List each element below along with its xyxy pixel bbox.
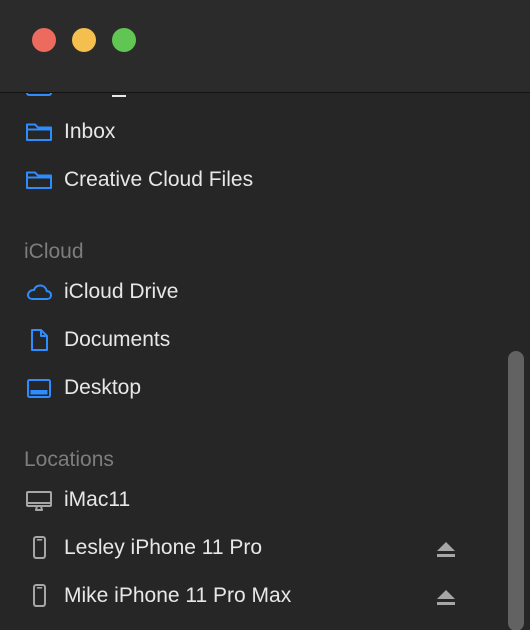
sidebar-item-desktop[interactable]: Desktop <box>18 368 470 408</box>
eject-icon[interactable] <box>434 539 458 559</box>
folder-icon <box>24 118 54 146</box>
finder-sidebar: Inbox Creative Cloud Files iCloud iCloud… <box>0 93 530 630</box>
sidebar-item-creative-cloud-files[interactable]: Creative Cloud Files <box>18 160 470 200</box>
partial-sidebar-item <box>112 93 126 97</box>
sidebar-item-label: iMac11 <box>64 488 131 511</box>
scrollbar[interactable] <box>508 351 524 630</box>
title-bar <box>0 0 530 93</box>
section-header-icloud: iCloud <box>24 240 84 263</box>
iphone-icon <box>24 534 54 562</box>
imac-icon <box>24 486 54 514</box>
sidebar-item-lesley-iphone[interactable]: Lesley iPhone 11 Pro <box>18 528 470 568</box>
cloud-icon <box>24 278 54 306</box>
partial-folder-icon <box>26 93 52 96</box>
sidebar-item-mike-iphone[interactable]: Mike iPhone 11 Pro Max <box>18 576 470 616</box>
iphone-icon <box>24 582 54 610</box>
sidebar-item-label: Documents <box>64 328 171 351</box>
eject-icon[interactable] <box>434 587 458 607</box>
folder-icon <box>24 166 54 194</box>
sidebar-item-inbox[interactable]: Inbox <box>18 112 470 152</box>
sidebar-item-label: Desktop <box>64 376 142 399</box>
sidebar-item-label: Inbox <box>64 120 116 143</box>
sidebar-item-imac11[interactable]: iMac11 <box>18 480 470 520</box>
desktop-icon <box>24 374 54 402</box>
sidebar-item-label: Lesley iPhone 11 Pro <box>64 536 263 559</box>
scrollbar-thumb[interactable] <box>508 351 524 630</box>
zoom-window-button[interactable] <box>112 28 136 52</box>
sidebar-item-label: iCloud Drive <box>64 280 179 303</box>
sidebar-item-label: Creative Cloud Files <box>64 168 254 191</box>
sidebar-item-label: Mike iPhone 11 Pro Max <box>64 584 292 607</box>
sidebar-item-documents[interactable]: Documents <box>18 320 470 360</box>
close-window-button[interactable] <box>32 28 56 52</box>
minimize-window-button[interactable] <box>72 28 96 52</box>
section-header-locations: Locations <box>24 448 114 471</box>
sidebar-item-icloud-drive[interactable]: iCloud Drive <box>18 272 470 312</box>
document-icon <box>24 326 54 354</box>
